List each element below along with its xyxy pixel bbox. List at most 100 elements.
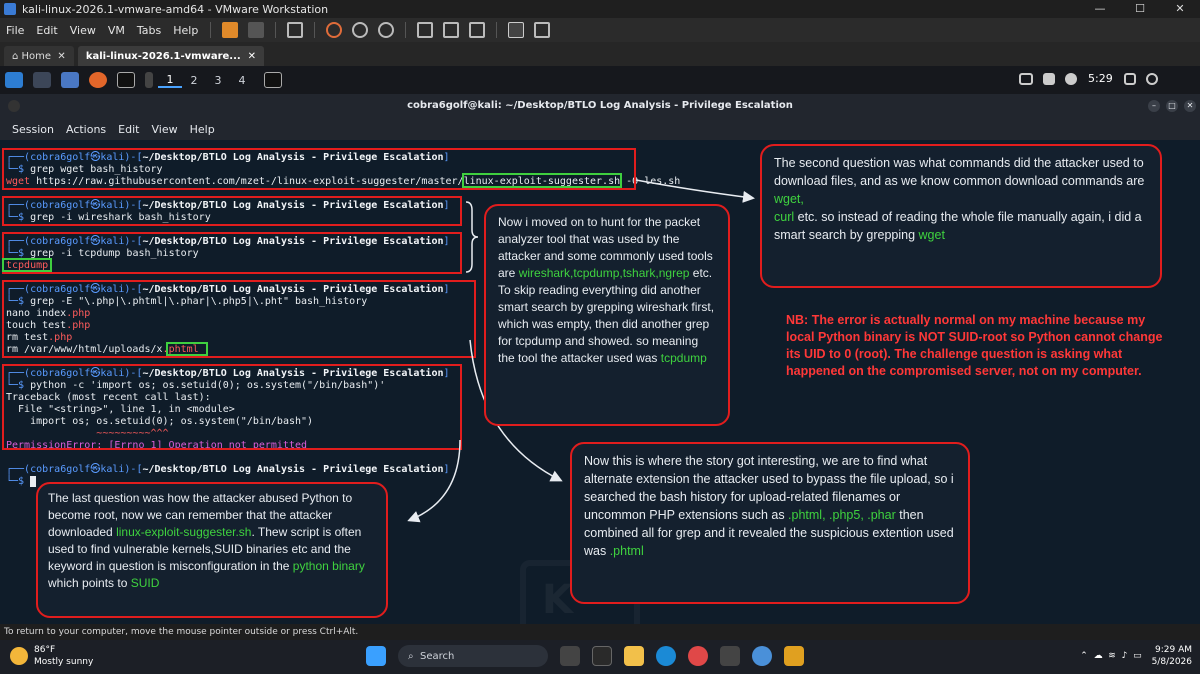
taskbar-apps: ⌕ Search: [360, 645, 810, 667]
power-icon[interactable]: [1145, 72, 1158, 85]
taskbar-clock[interactable]: 9:29 AM 5/8/2026: [1152, 644, 1192, 668]
desktop-icon[interactable]: [33, 72, 51, 88]
volume-icon[interactable]: ♪: [1122, 651, 1128, 661]
revert-snapshot-icon[interactable]: [352, 22, 369, 38]
tab-label: kali-linux-2026.1-vmware...: [85, 50, 241, 62]
vmware-taskbar-icon[interactable]: [784, 646, 804, 666]
annotation-note-download: The second question was what commands di…: [760, 144, 1162, 288]
clock-date: 5/8/2026: [1151, 657, 1192, 667]
divider: [496, 22, 498, 38]
terminal-menubar: Session Actions Edit View Help: [0, 118, 1200, 140]
tab-kali-vm[interactable]: kali-linux-2026.1-vmware... ✕: [77, 46, 265, 66]
view-icon[interactable]: [417, 22, 434, 38]
notifications-icon[interactable]: [1065, 72, 1077, 85]
menu-actions[interactable]: Actions: [66, 123, 106, 136]
menu-view[interactable]: View: [151, 123, 177, 136]
kali-menu-icon[interactable]: [5, 72, 23, 88]
divider: [275, 22, 277, 38]
clock-time: 9:29 AM: [1155, 645, 1192, 655]
chevron-up-icon[interactable]: ⌃: [1080, 651, 1088, 661]
firefox-icon[interactable]: [89, 72, 107, 88]
workspace-3[interactable]: 3: [206, 74, 230, 87]
unity-icon[interactable]: [469, 22, 486, 38]
menu-edit[interactable]: Edit: [118, 123, 139, 136]
chrome-icon[interactable]: [752, 646, 772, 666]
volume-icon[interactable]: [1043, 72, 1055, 85]
wifi-icon[interactable]: ≋: [1108, 651, 1116, 661]
kali-top-panel: 1 2 3 4 5:29: [0, 66, 1200, 94]
divider: [314, 22, 316, 38]
menu-vm[interactable]: VM: [102, 24, 131, 37]
panel-clock: 5:29: [1088, 72, 1113, 85]
file-manager-icon[interactable]: [61, 72, 79, 88]
display-icon[interactable]: [1019, 72, 1033, 85]
system-tray: ⌃ ☁ ≋ ♪ ▭ 9:29 AM 5/8/2026: [1080, 644, 1192, 668]
cloud-icon[interactable]: ☁: [1094, 651, 1103, 661]
dropdown-icon[interactable]: [248, 22, 265, 38]
terminal-title: cobra6golf@kali: ~/Desktop/BTLO Log Anal…: [407, 100, 793, 111]
console-icon[interactable]: [508, 22, 525, 38]
menu-session[interactable]: Session: [12, 123, 54, 136]
menu-help[interactable]: Help: [167, 24, 204, 37]
terminal-maximize-icon[interactable]: □: [1166, 100, 1178, 112]
workspace-1[interactable]: 1: [158, 73, 182, 88]
dropdown-icon[interactable]: [145, 72, 153, 88]
weather-temp: 86°F: [34, 645, 56, 655]
screen: kali-linux-2026.1-vmware-amd64 - VMware …: [0, 0, 1200, 674]
windows-taskbar: 86°F Mostly sunny ⌕ Search ⌃ ☁ ≋ ♪ ▭ 9:2…: [0, 640, 1200, 674]
annotation-note-extension: Now this is where the story got interest…: [570, 442, 970, 604]
arrow: [407, 439, 461, 523]
terminal-titlebar: cobra6golf@kali: ~/Desktop/BTLO Log Anal…: [0, 94, 1200, 118]
menu-file[interactable]: File: [0, 24, 30, 37]
snapshot-manager-icon[interactable]: [378, 22, 395, 38]
task-view-icon[interactable]: [560, 646, 580, 666]
vmware-menubar: File Edit View VM Tabs Help: [0, 18, 1200, 42]
vmware-status-hint: To return to your computer, move the mou…: [0, 624, 1200, 640]
chrome-profile-icon[interactable]: [688, 646, 708, 666]
menu-tabs[interactable]: Tabs: [131, 24, 167, 37]
windows-start-icon[interactable]: [366, 646, 386, 666]
workspace-4[interactable]: 4: [230, 74, 254, 87]
window-title: kali-linux-2026.1-vmware-amd64 - VMware …: [22, 2, 329, 16]
terminal-launcher-icon[interactable]: [117, 72, 135, 88]
fullscreen-icon[interactable]: [443, 22, 460, 38]
edge-icon[interactable]: [656, 646, 676, 666]
terminal-output[interactable]: K ┌──(cobra6golf㉿kali)-[~/Desktop/BTLO L…: [0, 140, 1200, 624]
file-explorer-icon[interactable]: [624, 646, 644, 666]
terminal-minimize-icon[interactable]: –: [1148, 100, 1160, 112]
weather-widget[interactable]: 86°F Mostly sunny: [10, 644, 93, 668]
menu-edit[interactable]: Edit: [30, 24, 63, 37]
stretch-icon[interactable]: [534, 22, 551, 38]
send-keys-icon[interactable]: [287, 22, 304, 38]
divider: [210, 22, 212, 38]
terminal-close-icon[interactable]: ✕: [1184, 100, 1196, 112]
vmware-titlebar: kali-linux-2026.1-vmware-amd64 - VMware …: [0, 0, 1200, 18]
terminal-task-icon[interactable]: [264, 72, 282, 88]
annotation-nb: NB: The error is actually normal on my m…: [786, 313, 1163, 378]
vmware-tabs: ⌂ Home ✕ kali-linux-2026.1-vmware... ✕: [0, 42, 1200, 66]
battery-icon[interactable]: ▭: [1133, 651, 1142, 661]
annotation-note-packet-analyzer: Now i moved on to hunt for the packet an…: [484, 204, 730, 426]
close-icon[interactable]: ✕: [1160, 0, 1200, 18]
workspace-2[interactable]: 2: [182, 74, 206, 87]
arrow: [635, 179, 755, 203]
lock-icon[interactable]: [1123, 72, 1136, 85]
minimize-icon[interactable]: —: [1080, 0, 1120, 18]
snapshot-icon[interactable]: [326, 22, 343, 38]
vmware-icon: [4, 3, 16, 15]
tab-label: Home: [21, 50, 52, 62]
tab-home[interactable]: ⌂ Home ✕: [4, 46, 74, 66]
divider: [405, 22, 407, 38]
app-icon[interactable]: [720, 646, 740, 666]
search-label: Search: [419, 650, 455, 662]
terminal-app-icon: [8, 100, 20, 112]
taskbar-search[interactable]: ⌕ Search: [398, 645, 548, 667]
maximize-icon[interactable]: ☐: [1120, 0, 1160, 18]
menu-help[interactable]: Help: [190, 123, 215, 136]
weather-condition: Mostly sunny: [34, 657, 94, 667]
menu-view[interactable]: View: [64, 24, 102, 37]
pc-app-icon[interactable]: [592, 646, 612, 666]
pause-icon[interactable]: [222, 22, 239, 38]
annotation-note-python: The last question was how the attacker a…: [36, 482, 388, 618]
sun-icon: [10, 647, 28, 665]
